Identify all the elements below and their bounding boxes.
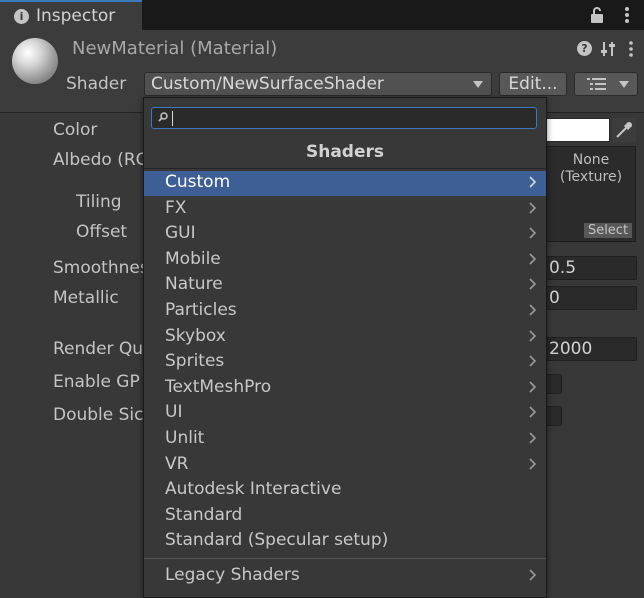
lock-icon[interactable]: [590, 6, 604, 24]
menu-item-label: Mobile: [165, 248, 221, 269]
chevron-right-icon: [529, 304, 537, 316]
property-label-smoothness: Smoothness: [53, 258, 158, 278]
divider: [144, 558, 546, 559]
search-icon: [158, 112, 168, 122]
menu-item-label: Sprites: [165, 351, 225, 372]
search-input[interactable]: [151, 107, 537, 129]
menu-item-label: FX: [165, 197, 187, 218]
menu-item-custom[interactable]: Custom: [144, 171, 546, 196]
popup-title: Shaders: [305, 142, 385, 162]
property-label-tiling: Tiling: [76, 192, 122, 212]
property-label-metallic: Metallic: [53, 288, 119, 308]
menu-item-label: TextMeshPro: [165, 376, 272, 397]
menu-item-label: Custom: [165, 172, 231, 192]
edit-shader-button[interactable]: Edit...: [499, 72, 567, 96]
menu-item-particles[interactable]: Particles: [144, 299, 546, 324]
tab-title: Inspector: [36, 6, 116, 26]
text-caret: [172, 111, 173, 126]
chevron-right-icon: [529, 569, 537, 581]
texture-none-label: None (Texture): [547, 152, 635, 186]
property-label-offset: Offset: [76, 222, 128, 242]
menu-item-vr[interactable]: VR: [144, 453, 546, 478]
shader-value: Custom/NewSurfaceShader: [151, 74, 384, 94]
chevron-right-icon: [529, 176, 537, 188]
menu-item-label: Autodesk Interactive: [165, 479, 342, 500]
menu-item-label: Standard: [165, 504, 243, 525]
menu-item-label: UI: [165, 402, 183, 423]
menu-item-label: Particles: [165, 300, 237, 320]
menu-item-gui[interactable]: GUI: [144, 222, 546, 247]
menu-item-label: Legacy Shaders: [165, 565, 300, 585]
dropdown-arrow-icon: [473, 81, 483, 88]
chevron-right-icon: [529, 278, 537, 290]
property-label-albedo: Albedo (RG: [53, 150, 149, 170]
chevron-right-icon: [529, 202, 537, 214]
menu-item-textmeshpro[interactable]: TextMeshPro: [144, 376, 546, 401]
property-label-color: Color: [53, 120, 98, 140]
texture-type-text: (Texture): [559, 169, 623, 185]
chevron-right-icon: [529, 253, 537, 265]
material-name: NewMaterial (Material): [72, 38, 278, 59]
list-icon: [587, 78, 606, 90]
chevron-right-icon: [529, 355, 537, 367]
menu-item-standard[interactable]: Standard: [144, 504, 546, 529]
chevron-right-icon: [529, 406, 537, 418]
eyedropper-icon[interactable]: [612, 118, 636, 142]
metallic-field[interactable]: 0: [546, 286, 637, 310]
menu-item-sprites[interactable]: Sprites: [144, 350, 546, 375]
property-label-double-sided: Double Sic: [53, 405, 144, 425]
presets-icon[interactable]: [600, 41, 616, 57]
tab-bar: i Inspector: [0, 0, 644, 30]
smoothness-field[interactable]: 0.5: [546, 256, 637, 280]
menu-item-mobile[interactable]: Mobile: [144, 248, 546, 273]
material-preview-sphere: [12, 38, 58, 84]
property-label-enable-gpu: Enable GP: [53, 372, 140, 392]
albedo-texture-slot[interactable]: None (Texture) Select: [546, 146, 636, 242]
menu-item-standard-specular-setup[interactable]: Standard (Specular setup): [144, 529, 546, 554]
menu-item-label: Nature: [165, 274, 223, 295]
menu-item-label: Unlit: [165, 428, 205, 448]
info-icon: i: [14, 9, 29, 24]
shader-dropdown-popup: Shaders Custom FX GUI Mobile Nature Particles…: [143, 97, 547, 598]
menu-item-label: GUI: [165, 223, 196, 244]
chevron-right-icon: [529, 227, 537, 239]
chevron-right-icon: [529, 381, 537, 393]
double-sided-gi-toggle[interactable]: [546, 406, 562, 426]
shader-dropdown[interactable]: Custom/NewSurfaceShader: [144, 72, 492, 96]
menu-item-label: VR: [165, 453, 189, 474]
property-label-render-queue: Render Qu: [53, 339, 144, 359]
menu-item-nature[interactable]: Nature: [144, 273, 546, 298]
shader-label: Shader: [66, 74, 127, 94]
kebab-menu-icon[interactable]: [628, 41, 634, 57]
menu-item-skybox[interactable]: Skybox: [144, 325, 546, 350]
texture-select-button[interactable]: Select: [583, 222, 633, 239]
kebab-menu-icon[interactable]: [624, 6, 630, 24]
texture-none-text: None: [572, 152, 610, 168]
chevron-right-icon: [529, 330, 537, 342]
divider: [144, 168, 546, 169]
menu-item-fx[interactable]: FX: [144, 197, 546, 222]
color-field[interactable]: [546, 118, 610, 142]
chevron-right-icon: [529, 458, 537, 470]
render-queue-field[interactable]: 2000: [546, 337, 637, 361]
menu-item-unlit[interactable]: Unlit: [144, 427, 546, 452]
shader-options-button[interactable]: [574, 72, 638, 96]
enable-gpu-instancing-toggle[interactable]: [546, 374, 562, 394]
menu-item-legacy-shaders[interactable]: Legacy Shaders: [144, 564, 546, 589]
tab-inspector[interactable]: i Inspector: [0, 0, 142, 30]
menu-item-autodesk-interactive[interactable]: Autodesk Interactive: [144, 478, 546, 503]
help-icon[interactable]: ?: [577, 41, 592, 56]
chevron-right-icon: [529, 432, 537, 444]
menu-item-ui[interactable]: UI: [144, 401, 546, 426]
dropdown-arrow-icon: [619, 81, 629, 88]
menu-item-label: Standard (Specular setup): [165, 530, 389, 551]
menu-item-label: Skybox: [165, 325, 226, 346]
